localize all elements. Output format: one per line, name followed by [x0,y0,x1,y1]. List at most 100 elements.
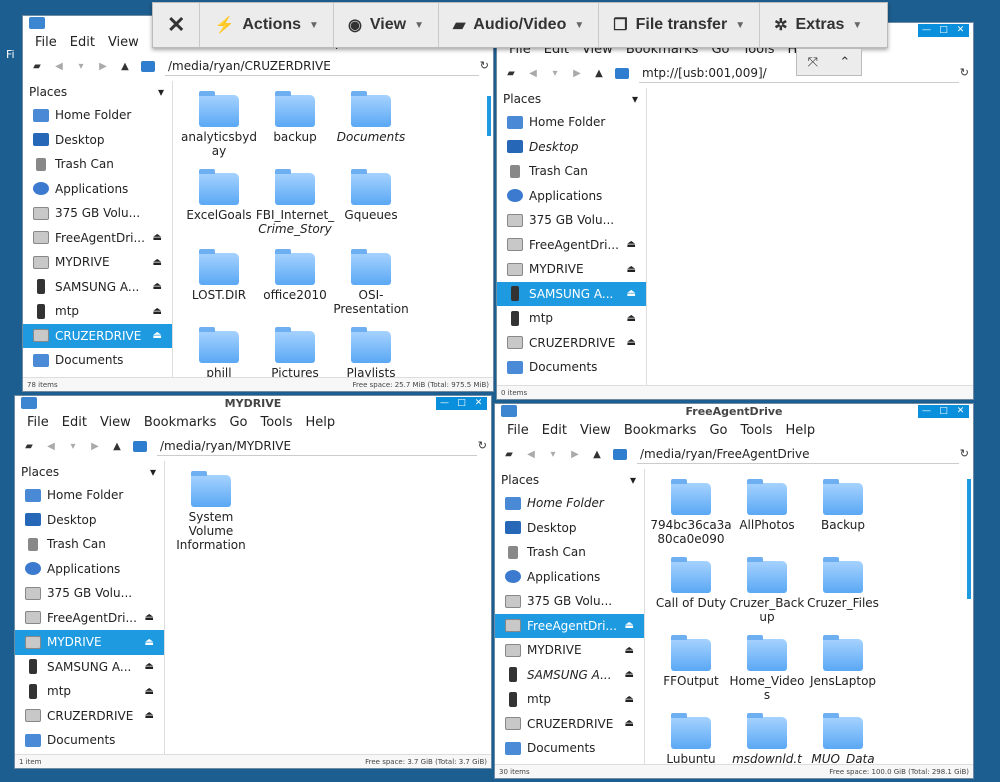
folder-item[interactable]: Playlists [329,327,413,377]
close-icon[interactable]: ✕ [952,24,969,37]
sidebar-item-volume[interactable]: 375 GB Volu... [23,201,172,226]
sidebar-item-mydrive[interactable]: MYDRIVE ⏏ [495,638,644,663]
sidebar-item-desktop[interactable]: Desktop [23,128,172,153]
sidebar-item-trash[interactable]: Trash Can [497,159,646,184]
folder-item[interactable]: analyticsbyd ay [177,91,261,158]
sidebar-item-trash[interactable]: Trash Can [15,532,164,557]
forward-icon[interactable]: ▶ [97,61,109,72]
sidebar-item-mydrive[interactable]: MYDRIVE ⏏ [497,257,646,282]
sidebar-item-desktop[interactable]: Desktop [497,135,646,160]
eject-icon[interactable]: ⏏ [153,281,162,292]
eject-icon[interactable]: ⏏ [627,313,636,324]
sidebar-item-samsung[interactable]: SAMSUNG A... ⏏ [23,275,172,300]
eject-icon[interactable]: ⏏ [145,686,154,697]
extras-menu-button[interactable]: ✲ Extras ▼ [760,3,876,47]
actions-menu-button[interactable]: ⚡ Actions ▼ [200,3,334,47]
folder-item[interactable]: phill [177,327,261,377]
menu-bookmarks[interactable]: Bookmarks [624,423,697,438]
sidebar-header[interactable]: Places ▾ [23,81,172,103]
sidebar-item-applications[interactable]: Applications [15,557,164,582]
minimize-icon[interactable]: — [918,405,935,418]
eject-icon[interactable]: ⏏ [625,645,634,656]
sidebar-item-freeagentdrive[interactable]: FreeAgentDri... ⏏ [497,233,646,258]
scrollbar[interactable] [487,96,491,136]
sidebar-item-mtp[interactable]: mtp ⏏ [15,679,164,704]
path-bar[interactable]: /media/ryan/CRUZERDRIVE ↻ [165,56,489,76]
eject-icon[interactable]: ⏏ [625,694,634,705]
path-bar[interactable]: /media/ryan/FreeAgentDrive ↻ [637,444,969,464]
sidebar-item-applications[interactable]: Applications [497,184,646,209]
audio-video-menu-button[interactable]: ▰ Audio/Video ▼ [439,3,600,47]
sidebar-item-freeagentdrive[interactable]: FreeAgentDri... ⏏ [15,606,164,631]
folder-item[interactable]: JensLaptop [801,635,885,688]
folder-item[interactable]: Gqueues [329,169,413,222]
reload-icon[interactable]: ↻ [960,66,969,79]
folder-item[interactable]: backup [253,91,337,144]
close-icon[interactable]: ✕ [952,405,969,418]
menu-file[interactable]: File [27,415,49,430]
folder-item[interactable]: FFOutput [649,635,733,688]
eject-icon[interactable]: ⏏ [627,337,636,348]
sidebar-item-trash[interactable]: Trash Can [23,152,172,177]
sidebar-item-volume[interactable]: 375 GB Volu... [15,581,164,606]
minimize-icon[interactable]: — [436,397,453,410]
folder-item[interactable]: LOST.DIR [177,249,261,302]
history-down-icon[interactable]: ▾ [549,68,561,79]
close-icon[interactable]: ✕ [470,397,487,410]
eject-icon[interactable]: ⏏ [145,612,154,623]
eject-icon[interactable]: ⏏ [625,718,634,729]
eject-icon[interactable]: ⏏ [145,710,154,721]
sidebar-item-mydrive[interactable]: MYDRIVE ⏏ [23,250,172,275]
folder-item[interactable]: Call of Duty [649,557,733,610]
menu-go[interactable]: Go [229,415,247,430]
back-icon[interactable]: ◀ [45,441,57,452]
menu-tools[interactable]: Tools [740,423,772,438]
window-menu-icon[interactable] [29,17,45,29]
fullscreen-icon[interactable]: ⤧ [808,55,818,70]
history-down-icon[interactable]: ▾ [75,61,87,72]
menu-file[interactable]: File [507,423,529,438]
sidebar-item-mtp[interactable]: mtp ⏏ [495,687,644,712]
menu-view[interactable]: View [100,415,131,430]
folder-item[interactable]: ExcelGoals [177,169,261,222]
up-icon[interactable]: ▲ [593,68,605,79]
sidebar-header[interactable]: Places ▾ [495,469,644,491]
sidebar-item-documents[interactable]: Documents [23,348,172,373]
menu-bookmarks[interactable]: Bookmarks [144,415,217,430]
sidebar-item-volume[interactable]: 375 GB Volu... [495,589,644,614]
up-icon[interactable]: ▲ [111,441,123,452]
new-tab-icon[interactable]: ▰ [503,449,515,460]
folder-item[interactable]: System Volume Information [169,471,253,552]
menu-view[interactable]: View [580,423,611,438]
eject-icon[interactable]: ⏏ [627,264,636,275]
menu-edit[interactable]: Edit [62,415,87,430]
file-transfer-menu-button[interactable]: ❐ File transfer ▼ [599,3,761,47]
sidebar-item-home[interactable]: Home Folder [23,103,172,128]
back-icon[interactable]: ◀ [525,449,537,460]
sidebar-item-home[interactable]: Home Folder [497,110,646,135]
sidebar-header[interactable]: Places ▾ [497,88,646,110]
new-tab-icon[interactable]: ▰ [31,61,43,72]
eject-icon[interactable]: ⏏ [145,637,154,648]
folder-item[interactable]: OSI- Presentation [329,249,413,316]
sidebar-item-applications[interactable]: Applications [495,565,644,590]
forward-icon[interactable]: ▶ [569,449,581,460]
folder-item[interactable]: Cruzer_Files [801,557,885,610]
menu-help[interactable]: Help [306,415,336,430]
sidebar-item-documents[interactable]: Documents [497,355,646,380]
scrollbar[interactable] [967,479,971,599]
folder-item[interactable]: Cruzer_Back up [725,557,809,624]
eject-icon[interactable]: ⏏ [627,288,636,299]
reload-icon[interactable]: ↻ [960,447,969,460]
menu-edit[interactable]: Edit [70,35,95,50]
forward-icon[interactable]: ▶ [571,68,583,79]
sidebar-item-cruzerdrive[interactable]: CRUZERDRIVE ⏏ [497,331,646,356]
back-icon[interactable]: ◀ [527,68,539,79]
menu-go[interactable]: Go [709,423,727,438]
close-session-button[interactable]: ✕ [153,3,201,47]
folder-item[interactable]: Home_Video s [725,635,809,702]
menu-tools[interactable]: Tools [260,415,292,430]
sidebar-item-mtp[interactable]: mtp ⏏ [23,299,172,324]
sidebar-item-desktop[interactable]: Desktop [15,508,164,533]
sidebar-item-cruzerdrive[interactable]: CRUZERDRIVE ⏏ [15,704,164,729]
